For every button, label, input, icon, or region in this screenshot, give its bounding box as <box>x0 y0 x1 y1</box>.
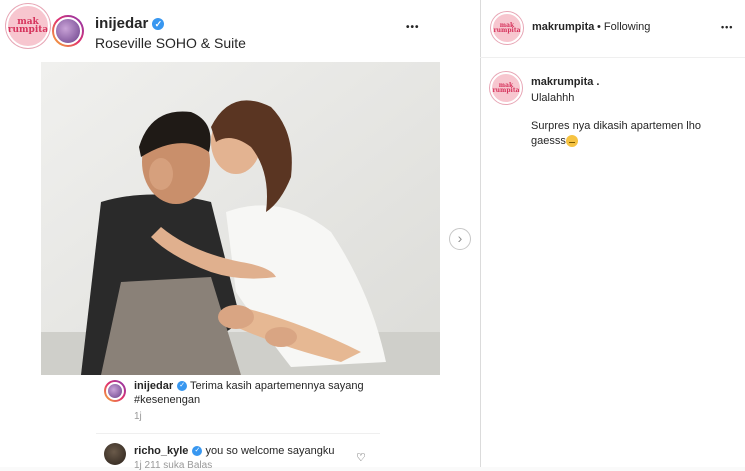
post-author-name[interactable]: inijedar <box>95 15 148 32</box>
logo-line2: rumpita <box>493 27 521 34</box>
caption-avatar[interactable]: mak rumpita <box>490 72 522 104</box>
logo-text: mak rumpita <box>492 82 520 94</box>
makrumpita-logo-avatar[interactable]: mak rumpita <box>6 4 50 48</box>
comment-1-user[interactable]: inijedar <box>134 380 173 392</box>
comments-panel: mak rumpita makrumpita • Following ••• <box>480 0 745 467</box>
comment-1: inijedar ✓ Terima kasih apartemennya saya… <box>134 379 384 407</box>
post-photo[interactable] <box>41 62 440 375</box>
header-divider <box>480 57 745 58</box>
post-author[interactable]: inijedar ✓ <box>95 15 165 32</box>
comment-avatar-richo[interactable] <box>104 443 126 465</box>
heart-icon[interactable]: ♡ <box>356 451 366 464</box>
logo-text: mak rumpita <box>7 17 49 35</box>
post-location[interactable]: Roseville SOHO & Suite <box>95 35 246 51</box>
author-avatar[interactable] <box>52 15 84 47</box>
verified-icon: ✓ <box>152 18 165 31</box>
caption-line-2-text: Surpres nya dikasih apartemen lho gaesss <box>531 120 701 147</box>
comment-avatar-inijedar[interactable] <box>104 380 126 402</box>
caption-username[interactable]: makrumpita . <box>531 76 599 88</box>
couple-photo-illustration <box>41 62 440 375</box>
caption-line-2: Surpres nya dikasih apartemen lho gaesss <box>531 119 721 149</box>
comment-2-meta: 1j 211 suka Balas <box>134 460 213 471</box>
logo-text: mak rumpita <box>493 22 521 34</box>
account-avatar[interactable]: mak rumpita <box>491 12 523 44</box>
author-avatar-image <box>54 17 82 45</box>
post-panel: mak rumpita inijedar ✓ Roseville SOHO & S… <box>0 0 480 471</box>
next-photo-button[interactable]: › <box>449 228 471 250</box>
verified-icon: ✓ <box>192 446 203 457</box>
more-options-icon[interactable]: ••• <box>406 22 420 33</box>
grimace-emoji-icon <box>565 135 578 148</box>
comment-1-meta: 1j <box>134 411 142 422</box>
more-options-icon[interactable]: ••• <box>721 22 733 32</box>
comment-2-text: you so welcome sayangku <box>205 445 335 457</box>
account-username[interactable]: makrumpita <box>532 21 594 33</box>
comment-2-user[interactable]: richo_kyle <box>134 445 188 457</box>
logo-line2: rumpita <box>7 25 49 35</box>
comment-avatar-image <box>106 382 124 400</box>
comment-2: richo_kyle ✓ you so welcome sayangku <box>134 444 364 458</box>
logo-line2: rumpita <box>492 87 520 94</box>
comment-separator <box>96 433 380 434</box>
following-status[interactable]: • Following <box>597 21 650 33</box>
verified-icon: ✓ <box>177 381 188 392</box>
caption-line-1: Ulalahhh <box>531 92 575 104</box>
